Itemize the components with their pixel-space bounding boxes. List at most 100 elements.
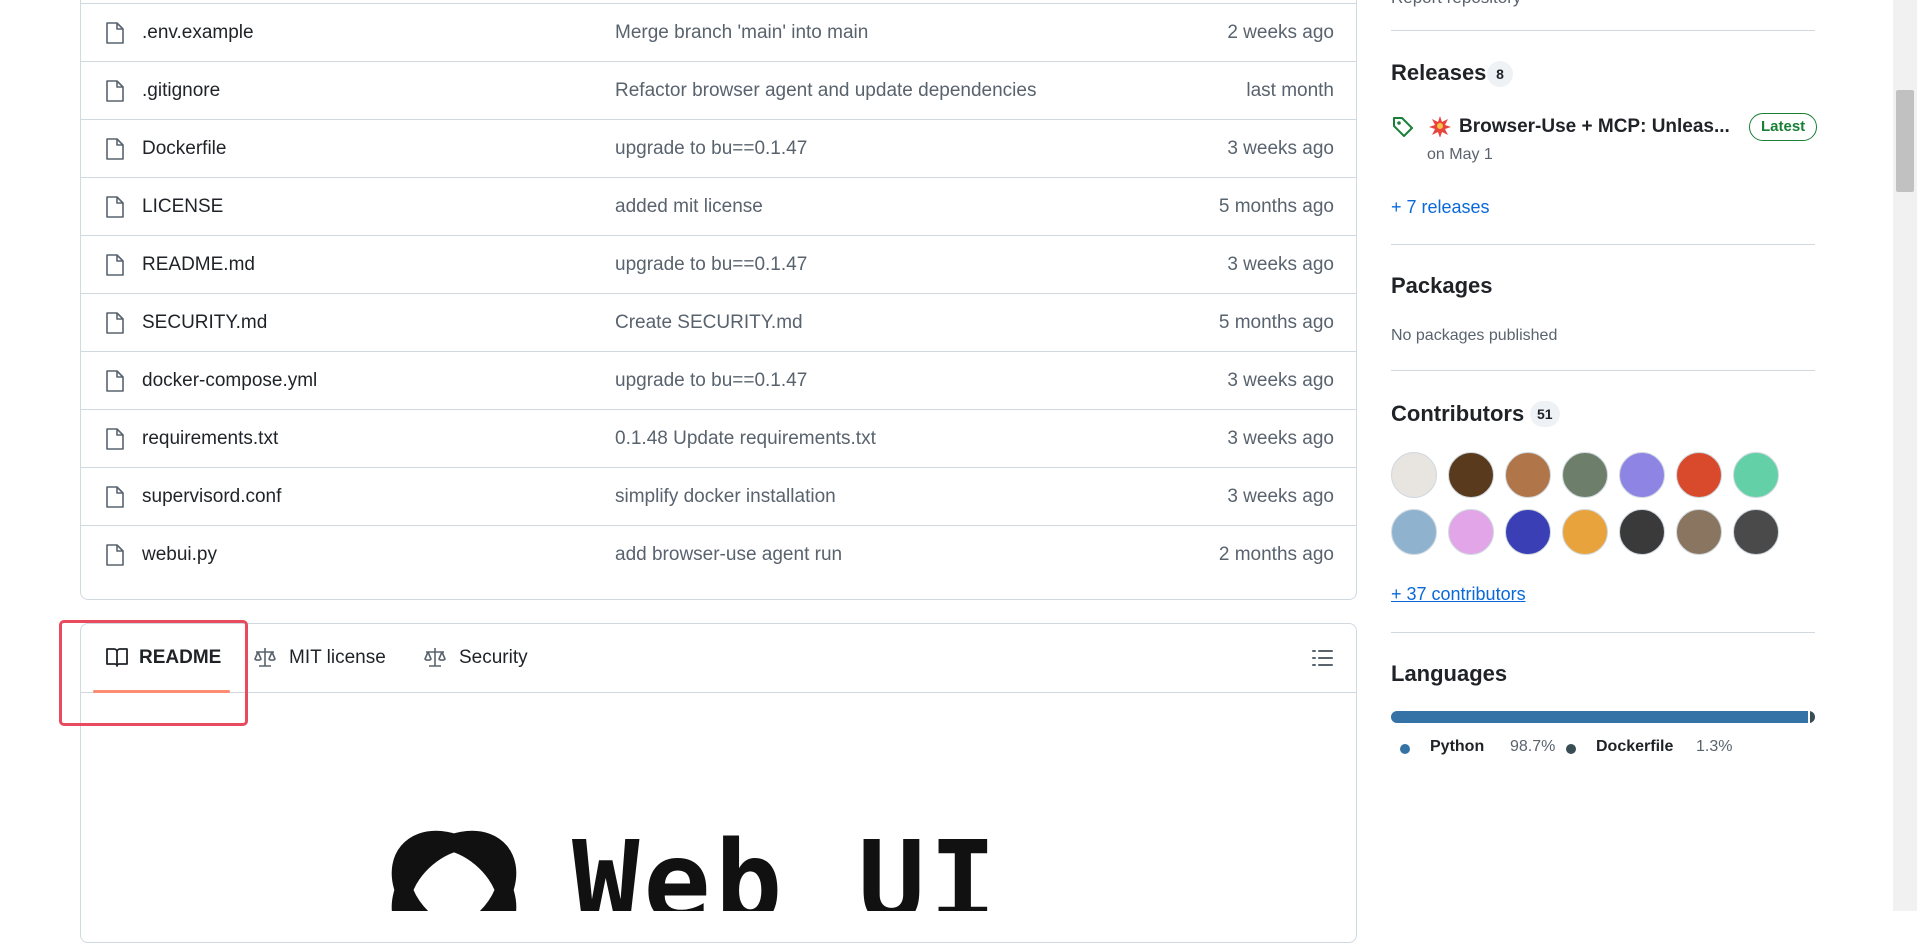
commit-age: 3 weeks ago [1227,486,1334,507]
contributor-avatar[interactable] [1619,509,1665,555]
commit-message-link[interactable]: upgrade to bu==0.1.47 [615,254,807,276]
commit-message-link[interactable]: upgrade to bu==0.1.47 [615,138,807,160]
languages-bar [1391,711,1815,723]
latest-release-title[interactable]: Browser-Use + MCP: Unleas... [1459,116,1730,138]
file-row[interactable]: .gitignore Refactor browser agent and upd… [81,61,1356,119]
tab-mit-license[interactable]: MIT license [253,644,403,674]
contributor-avatar[interactable] [1619,452,1665,498]
contributor-avatar[interactable] [1733,509,1779,555]
releases-heading-label: Releases [1391,60,1487,85]
divider [1391,632,1815,633]
more-contributors-link[interactable]: + 37 contributors [1391,584,1526,605]
file-list: .env.example Merge branch 'main' into mai… [80,0,1357,600]
contributors-count: 51 [1530,401,1560,427]
contributor-avatar[interactable] [1505,452,1551,498]
language-name: Dockerfile [1596,738,1674,755]
commit-message-link[interactable]: simplify docker installation [615,486,836,508]
file-icon [105,79,125,103]
commit-age: 2 months ago [1218,544,1334,565]
language-percent: 98.7% [1510,738,1556,755]
contributor-avatar[interactable] [1562,452,1608,498]
file-row[interactable]: .env.example Merge branch 'main' into mai… [81,3,1356,61]
commit-age: 2 weeks ago [1227,22,1334,43]
file-name-link[interactable]: docker-compose.yml [142,370,317,392]
file-row[interactable]: docker-compose.yml upgrade to bu==0.1.47 3… [81,351,1356,409]
file-name-link[interactable]: supervisord.conf [142,486,281,508]
contributor-avatar[interactable] [1391,452,1437,498]
languages-heading: Languages [1391,661,1508,686]
tab-security[interactable]: Security [423,644,553,674]
file-icon [105,427,125,451]
file-name-link[interactable]: LICENSE [142,196,223,218]
commit-message-link[interactable]: Merge branch 'main' into main [615,22,868,44]
scale-icon [253,646,277,668]
contributor-avatar[interactable] [1448,452,1494,498]
readme-tab-highlight [59,620,248,726]
file-name-link[interactable]: webui.py [142,544,217,566]
contributor-avatar[interactable] [1676,509,1722,555]
outline-button[interactable] [1310,646,1334,670]
file-row[interactable]: supervisord.conf simplify docker installa… [81,467,1356,525]
file-name-link[interactable]: .env.example [142,22,254,44]
commit-age: 3 weeks ago [1227,138,1334,159]
sparkle-icon [1429,115,1451,142]
list-icon [1310,650,1334,674]
file-name-link[interactable]: SECURITY.md [142,312,267,334]
contributor-avatar[interactable] [1505,509,1551,555]
divider [1391,30,1815,31]
commit-message-link[interactable]: added mit license [615,196,763,218]
commit-message-link[interactable]: add browser-use agent run [615,544,842,566]
commit-age: 5 months ago [1218,196,1334,217]
file-row[interactable]: LICENSE added mit license 5 months ago [81,177,1356,235]
language-bar-segment [1809,711,1815,723]
divider [1391,370,1815,371]
file-row[interactable]: SECURITY.md Create SECURITY.md 5 months ag… [81,293,1356,351]
contributor-avatar[interactable] [1733,452,1779,498]
more-releases-link[interactable]: + 7 releases [1391,197,1490,218]
contributors-heading[interactable]: Contributors [1391,401,1524,427]
contributor-avatar[interactable] [1676,452,1722,498]
scale-icon [423,646,447,668]
commit-message-link[interactable]: 0.1.48 Update requirements.txt [615,428,876,450]
latest-release-date: on May 1 [1427,146,1493,163]
file-icon [105,253,125,277]
file-row[interactable]: Dockerfile upgrade to bu==0.1.47 3 weeks a… [81,119,1356,177]
file-name-link[interactable]: .gitignore [142,80,220,102]
commit-age: 3 weeks ago [1227,428,1334,449]
repository-page: .env.example Merge branch 'main' into mai… [0,0,1917,943]
file-name-link[interactable]: Dockerfile [142,138,226,160]
file-icon [105,195,125,219]
language-color-dot [1400,744,1410,754]
contributor-avatar[interactable] [1562,509,1608,555]
releases-heading[interactable]: Releases [1391,60,1486,86]
commit-age: 5 months ago [1218,312,1334,333]
commit-message-link[interactable]: upgrade to bu==0.1.47 [615,370,807,392]
file-icon [105,21,125,45]
file-name-link[interactable]: README.md [142,254,255,276]
page-scrollbar-thumb[interactable] [1896,90,1914,192]
tag-icon [1392,116,1414,143]
language-percent: 1.3% [1696,738,1733,755]
commit-age: 3 weeks ago [1227,370,1334,391]
commit-message-link[interactable]: Create SECURITY.md [615,312,803,334]
commit-age: last month [1246,80,1334,101]
readme-logo: Web UI [372,800,1072,911]
file-row[interactable]: README.md upgrade to bu==0.1.47 3 weeks ag… [81,235,1356,293]
report-repository-link[interactable]: Report repository [1391,0,1521,8]
file-icon [105,137,125,161]
language-name: Python [1430,738,1485,755]
language-bar-segment [1391,711,1808,723]
contributor-avatar[interactable] [1391,509,1437,555]
commit-age: 3 weeks ago [1227,254,1334,275]
commit-message-link[interactable]: Refactor browser agent and update depend… [615,80,1036,102]
file-row[interactable]: webui.py add browser-use agent run 2 month… [81,525,1356,583]
readme-logo-text: Web UI [572,818,1001,911]
packages-heading[interactable]: Packages [1391,273,1493,299]
browser-use-logo-icon [391,830,517,911]
file-icon [105,311,125,335]
file-icon [105,543,125,567]
tab-security-label: Security [459,647,528,668]
file-row[interactable]: requirements.txt 0.1.48 Update requiremen… [81,409,1356,467]
file-name-link[interactable]: requirements.txt [142,428,278,450]
contributor-avatar[interactable] [1448,509,1494,555]
